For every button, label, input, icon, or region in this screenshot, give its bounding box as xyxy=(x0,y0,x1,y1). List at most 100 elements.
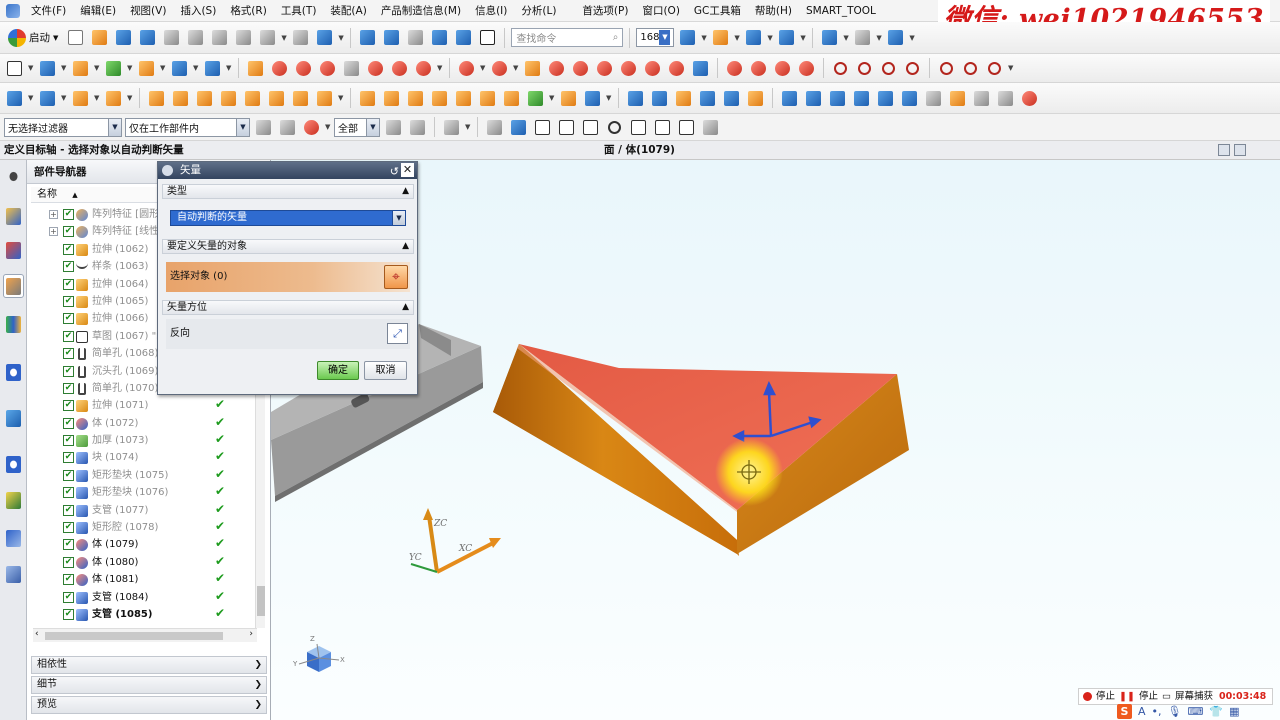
visibility-checkbox[interactable]: ✔ xyxy=(63,487,74,499)
circle-icon[interactable] xyxy=(830,58,851,79)
filter-reset-icon[interactable] xyxy=(253,117,274,138)
visibility-checkbox[interactable]: ✔ xyxy=(63,556,74,568)
snap-tangent-icon[interactable] xyxy=(652,117,673,138)
menu-gc-toolkit[interactable]: GC工具箱 xyxy=(687,0,748,22)
surface-9-icon[interactable] xyxy=(558,88,579,109)
select-face-icon[interactable] xyxy=(508,117,529,138)
filter-option-icon[interactable] xyxy=(277,117,298,138)
monitor-icon[interactable]: ▭ xyxy=(1162,689,1171,704)
pattern-dropdown-icon[interactable]: ▼ xyxy=(338,88,344,109)
redo-icon[interactable] xyxy=(290,27,311,48)
sync-4-icon[interactable] xyxy=(697,88,718,109)
punctuation-icon[interactable]: •, xyxy=(1152,705,1162,718)
point-icon[interactable] xyxy=(936,58,957,79)
paste-icon[interactable] xyxy=(233,27,254,48)
feature-tree-row[interactable]: ✔ 体 (1081) ✔ xyxy=(31,571,257,588)
visibility-checkbox[interactable]: ✔ xyxy=(63,313,74,325)
join-curve-icon[interactable] xyxy=(748,58,769,79)
bridge-curve-icon[interactable] xyxy=(724,58,745,79)
color-filter-dropdown-icon[interactable]: ▼ xyxy=(325,117,331,138)
mold-8-icon[interactable] xyxy=(947,88,968,109)
object-section-header[interactable]: 要定义矢量的对象 ▲ xyxy=(162,239,414,254)
edit-object-icon[interactable] xyxy=(357,27,378,48)
keyboard-icon[interactable]: ⌨ xyxy=(1188,705,1204,718)
cut-icon[interactable] xyxy=(185,27,206,48)
curve-tool-1-icon[interactable] xyxy=(245,58,266,79)
roles-icon[interactable] xyxy=(3,488,24,512)
cancel-button[interactable]: 取消 xyxy=(364,361,407,380)
triad-dropdown-icon[interactable]: ▼ xyxy=(843,27,849,48)
menu-edit[interactable]: 编辑(E) xyxy=(73,0,123,22)
toolbox-icon[interactable]: ▦ xyxy=(1229,705,1239,718)
visibility-checkbox[interactable]: ✔ xyxy=(63,243,74,255)
details-panel[interactable]: 细节 ❯ xyxy=(31,676,267,694)
visibility-checkbox[interactable]: ✔ xyxy=(63,574,74,586)
rectangle-select-icon[interactable] xyxy=(441,117,462,138)
record-stop-icon[interactable] xyxy=(1083,692,1092,701)
curve-tool-8-icon[interactable] xyxy=(413,58,434,79)
close-icon[interactable]: ✕ xyxy=(401,163,414,177)
tools-palette-icon[interactable] xyxy=(3,562,24,586)
feature-tree-row[interactable]: ✔ 体 (1072) ✔ xyxy=(31,415,257,432)
boolean-dropdown-icon[interactable]: ▼ xyxy=(160,58,166,79)
unite-icon[interactable] xyxy=(146,88,167,109)
model-viewport[interactable]: ZC YC XC Z Y X xyxy=(271,160,1280,720)
subtract-icon[interactable] xyxy=(170,88,191,109)
visibility-checkbox[interactable]: ✔ xyxy=(63,591,74,603)
orient-dropdown-icon[interactable]: ▼ xyxy=(734,27,740,48)
web-browser-icon[interactable] xyxy=(3,360,24,384)
chevron-down-icon[interactable]: ▼ xyxy=(366,118,379,136)
part-navigator-icon[interactable] xyxy=(3,274,24,298)
menu-information[interactable]: 信息(I) xyxy=(468,0,514,22)
orientation-section-header[interactable]: 矢量方位 ▲ xyxy=(162,300,414,315)
synchronous-dropdown-icon[interactable]: ▼ xyxy=(226,58,232,79)
vector-type-select[interactable]: 自动判断的矢量 ▼ xyxy=(170,210,406,226)
mold-6-icon[interactable] xyxy=(899,88,920,109)
surface-8-icon[interactable] xyxy=(525,88,546,109)
chamfer-dropdown-icon[interactable]: ▼ xyxy=(127,88,133,109)
reverse-direction-icon[interactable]: ⤢ xyxy=(387,323,408,344)
system-scenes-icon[interactable] xyxy=(3,526,24,550)
sketch-dropdown-icon[interactable]: ▼ xyxy=(28,58,34,79)
surface-6-icon[interactable] xyxy=(477,88,498,109)
maximize-window-icon[interactable] xyxy=(1234,144,1246,156)
render-style-icon[interactable] xyxy=(852,27,873,48)
chamfer-icon[interactable] xyxy=(103,88,124,109)
surface-dropdown-icon[interactable]: ▼ xyxy=(549,88,555,109)
scrollbar-thumb[interactable] xyxy=(45,632,223,640)
boolean-icon[interactable] xyxy=(136,58,157,79)
curve-tool-2-icon[interactable] xyxy=(269,58,290,79)
restore-window-icon[interactable] xyxy=(1218,144,1230,156)
pause-label[interactable]: 停止 xyxy=(1139,689,1158,704)
snap-endpoint-icon[interactable] xyxy=(532,117,553,138)
chevron-down-icon[interactable]: ▼ xyxy=(659,30,671,45)
surface-7-icon[interactable] xyxy=(501,88,522,109)
snap-dropdown-icon[interactable]: ▼ xyxy=(767,27,773,48)
menu-format[interactable]: 格式(R) xyxy=(223,0,274,22)
mold-9-icon[interactable] xyxy=(971,88,992,109)
scroll-right-icon[interactable]: › xyxy=(249,629,253,639)
offset-dropdown-icon[interactable]: ▼ xyxy=(193,58,199,79)
circle-three-point-icon[interactable] xyxy=(902,58,923,79)
undo-icon[interactable] xyxy=(257,27,278,48)
crosshair-select-icon[interactable]: ⌖ xyxy=(384,265,408,289)
navigator-horizontal-scrollbar[interactable]: ‹ › xyxy=(33,628,257,642)
visibility-checkbox[interactable]: ✔ xyxy=(63,382,74,394)
select-feature-icon[interactable] xyxy=(484,117,505,138)
menu-smart-tool[interactable]: SMART_TOOL xyxy=(799,0,883,22)
surface-10-icon[interactable] xyxy=(582,88,603,109)
visibility-checkbox[interactable]: ✔ xyxy=(63,261,74,273)
snap-intersection-icon[interactable] xyxy=(628,117,649,138)
mold-10-icon[interactable] xyxy=(995,88,1016,109)
menu-preferences[interactable]: 首选项(P) xyxy=(575,0,635,22)
save-icon[interactable] xyxy=(113,27,134,48)
sync-5-icon[interactable] xyxy=(721,88,742,109)
surface-4-icon[interactable] xyxy=(429,88,450,109)
datum-axis-dropdown-icon[interactable]: ▼ xyxy=(61,88,67,109)
dialog-title-bar[interactable]: 矢量 ↺ ✕ xyxy=(158,162,417,179)
visibility-checkbox[interactable]: ✔ xyxy=(63,295,74,307)
graphics-window[interactable]: ZC YC XC Z Y X xyxy=(271,160,1280,720)
line-dropdown-icon[interactable]: ▼ xyxy=(480,58,486,79)
start-button[interactable]: 启动 ▼ xyxy=(4,28,62,47)
arc-icon[interactable] xyxy=(489,58,510,79)
